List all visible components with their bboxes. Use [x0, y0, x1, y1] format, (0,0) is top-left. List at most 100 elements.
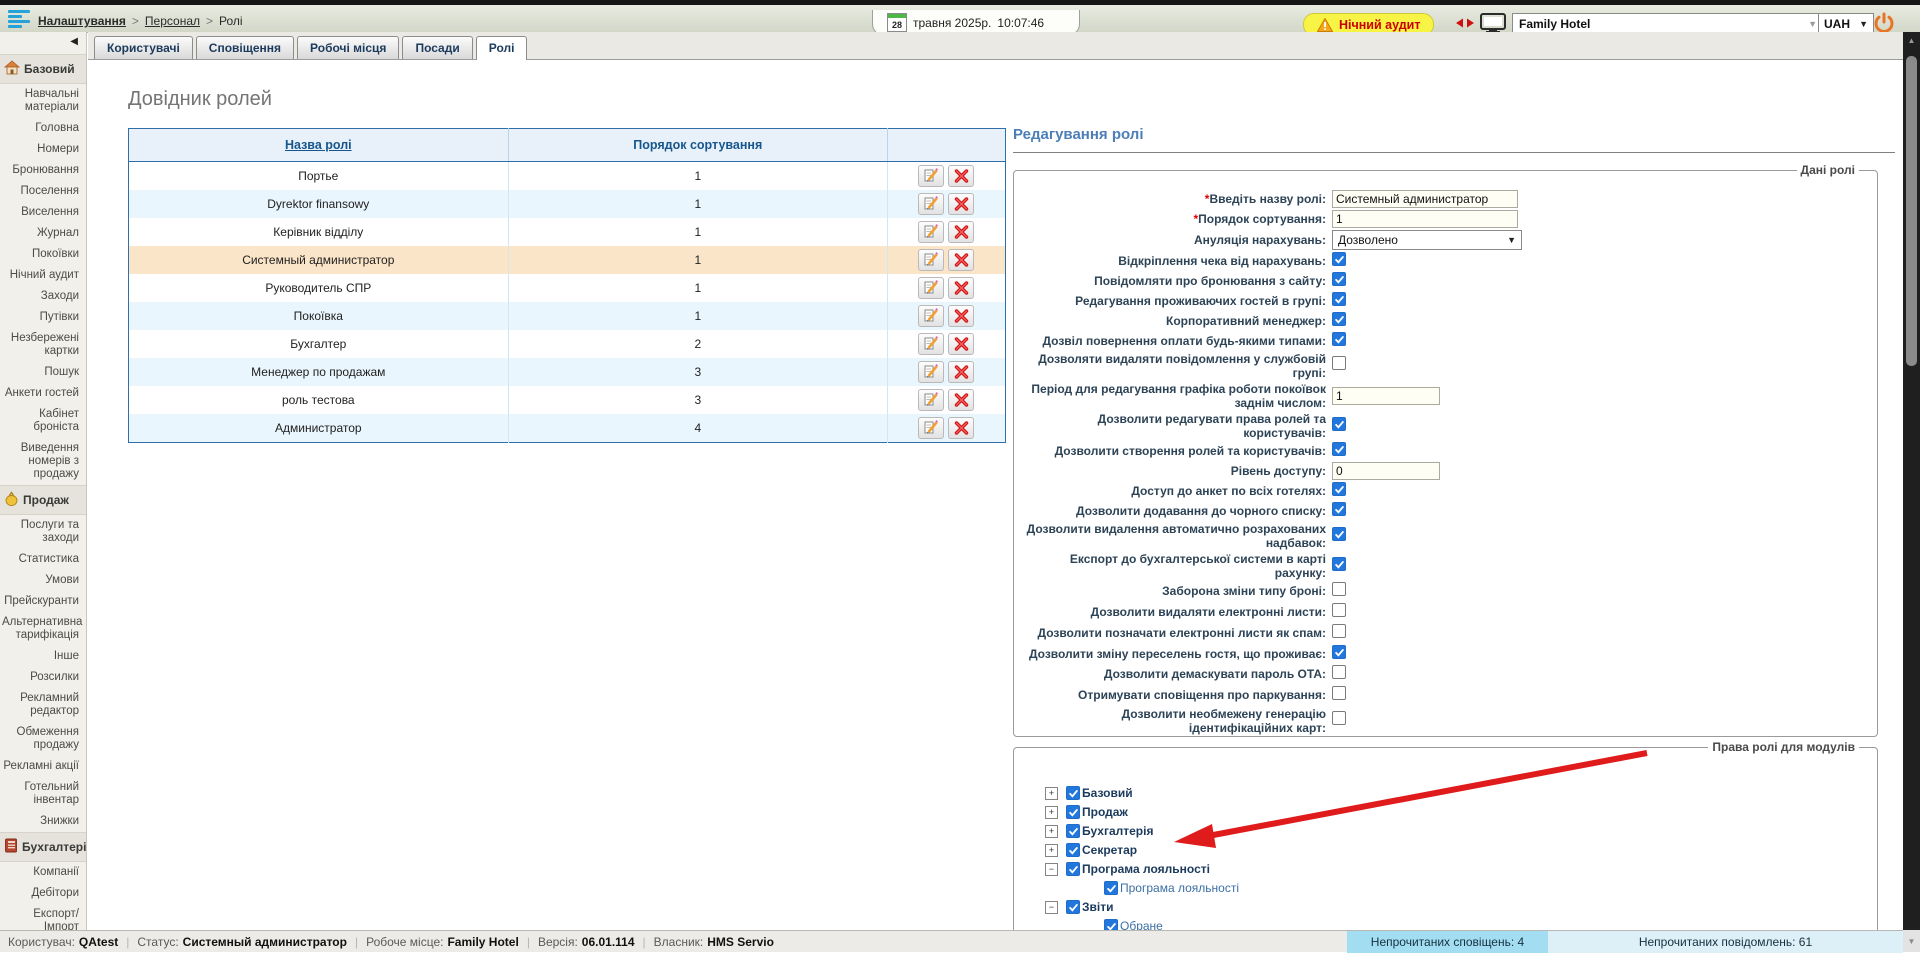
- checkbox[interactable]: [1332, 332, 1346, 346]
- collapse-node-icon[interactable]: −: [1045, 901, 1058, 914]
- select-input[interactable]: Дозволено▼: [1332, 230, 1522, 250]
- delete-role-button[interactable]: [948, 361, 974, 383]
- delete-role-button[interactable]: [948, 305, 974, 327]
- edit-role-button[interactable]: [918, 277, 944, 299]
- expand-node-icon[interactable]: +: [1045, 825, 1058, 838]
- breadcrumb-item-1[interactable]: Налаштування: [38, 14, 126, 28]
- delete-role-button[interactable]: [948, 249, 974, 271]
- text-input[interactable]: [1332, 210, 1518, 228]
- edit-role-button[interactable]: [918, 193, 944, 215]
- checkbox[interactable]: [1066, 843, 1080, 857]
- sidebar-item[interactable]: Рекламні акції: [0, 756, 86, 777]
- checkbox[interactable]: [1332, 502, 1346, 516]
- delete-role-button[interactable]: [948, 193, 974, 215]
- sidebar-item[interactable]: Кабінет броніста: [0, 404, 86, 438]
- sync-arrows-icon[interactable]: [1456, 18, 1474, 28]
- text-input[interactable]: [1332, 462, 1440, 480]
- text-input[interactable]: [1332, 387, 1440, 405]
- delete-role-button[interactable]: [948, 165, 974, 187]
- edit-role-button[interactable]: [918, 221, 944, 243]
- sidebar-item[interactable]: Статистика: [0, 549, 86, 570]
- expand-node-icon[interactable]: +: [1045, 806, 1058, 819]
- hotel-select[interactable]: Family Hotel ▼: [1512, 13, 1824, 34]
- edit-role-button[interactable]: [918, 417, 944, 439]
- sidebar-item[interactable]: Нічний аудит: [0, 265, 86, 286]
- collapse-node-icon[interactable]: −: [1045, 863, 1058, 876]
- sidebar-item[interactable]: Номери: [0, 139, 86, 160]
- sidebar-item[interactable]: Покоївки: [0, 244, 86, 265]
- delete-role-button[interactable]: [948, 389, 974, 411]
- checkbox[interactable]: [1332, 482, 1346, 496]
- sidebar-item[interactable]: Інше: [0, 646, 86, 667]
- sidebar-item[interactable]: Анкети гостей: [0, 383, 86, 404]
- edit-role-button[interactable]: [918, 165, 944, 187]
- sidebar-section-3[interactable]: Бухгалтерія: [0, 832, 86, 862]
- checkbox[interactable]: [1332, 711, 1346, 725]
- sidebar-item[interactable]: Експорт/Імпорт рахунків: [0, 904, 86, 930]
- edit-role-button[interactable]: [918, 305, 944, 327]
- sidebar-item[interactable]: Дебітори: [0, 883, 86, 904]
- sidebar-item[interactable]: Альтернативна тарифікація: [0, 612, 86, 646]
- sidebar-item[interactable]: Виведення номерів з продажу: [0, 438, 86, 485]
- checkbox[interactable]: [1104, 881, 1118, 895]
- checkbox[interactable]: [1066, 824, 1080, 838]
- sidebar-item[interactable]: Розсилки: [0, 667, 86, 688]
- unread-messages-badge[interactable]: Непрочитаних повідомлень: 61: [1548, 931, 1903, 953]
- table-row[interactable]: Керівник відділу1: [129, 218, 1006, 246]
- sidebar-item[interactable]: Заходи: [0, 286, 86, 307]
- sidebar-item[interactable]: Прейскуранти: [0, 591, 86, 612]
- sidebar-item[interactable]: Умови: [0, 570, 86, 591]
- tab-1[interactable]: Користувачі: [94, 36, 193, 59]
- checkbox[interactable]: [1332, 312, 1346, 326]
- edit-role-button[interactable]: [918, 361, 944, 383]
- delete-role-button[interactable]: [948, 417, 974, 439]
- expand-node-icon[interactable]: +: [1045, 844, 1058, 857]
- checkbox[interactable]: [1066, 786, 1080, 800]
- checkbox[interactable]: [1066, 900, 1080, 914]
- checkbox[interactable]: [1332, 557, 1346, 571]
- sidebar-item[interactable]: Пошук: [0, 362, 86, 383]
- table-row[interactable]: Администратор4: [129, 414, 1006, 443]
- checkbox[interactable]: [1104, 919, 1118, 930]
- checkbox[interactable]: [1332, 442, 1346, 456]
- edit-role-button[interactable]: [918, 249, 944, 271]
- expand-node-icon[interactable]: +: [1045, 787, 1058, 800]
- sidebar-item[interactable]: Готельний інвентар: [0, 777, 86, 811]
- unread-notifications-badge[interactable]: Непрочитаних сповіщень: 4: [1347, 931, 1548, 953]
- checkbox[interactable]: [1332, 527, 1346, 541]
- checkbox[interactable]: [1332, 417, 1346, 431]
- sidebar-item[interactable]: Незбережені картки: [0, 328, 86, 362]
- tab-5[interactable]: Ролі: [476, 36, 528, 60]
- checkbox[interactable]: [1066, 862, 1080, 876]
- edit-role-button[interactable]: [918, 333, 944, 355]
- checkbox[interactable]: [1332, 645, 1346, 659]
- scrollbar-thumb[interactable]: [1906, 56, 1917, 366]
- table-row[interactable]: Портье1: [129, 162, 1006, 191]
- sort-by-name-link[interactable]: Назва ролі: [285, 138, 352, 152]
- checkbox[interactable]: [1332, 665, 1346, 679]
- table-row[interactable]: Руководитель СПР1: [129, 274, 1006, 302]
- breadcrumb-item-2[interactable]: Персонал: [145, 14, 200, 28]
- checkbox[interactable]: [1332, 292, 1346, 306]
- sidebar-section-2[interactable]: Продаж: [0, 485, 86, 515]
- sidebar-item[interactable]: Виселення: [0, 202, 86, 223]
- sidebar-item[interactable]: Компанії: [0, 862, 86, 883]
- sidebar-item[interactable]: Рекламний редактор: [0, 688, 86, 722]
- checkbox[interactable]: [1332, 252, 1346, 266]
- tab-2[interactable]: Сповіщення: [196, 36, 294, 59]
- sidebar-item[interactable]: Путівки: [0, 307, 86, 328]
- table-row[interactable]: роль тестова3: [129, 386, 1006, 414]
- checkbox[interactable]: [1066, 805, 1080, 819]
- table-row[interactable]: Dyrektor finansowy1: [129, 190, 1006, 218]
- sidebar-item[interactable]: Послуги та заходи: [0, 515, 86, 549]
- tab-4[interactable]: Посади: [402, 36, 472, 59]
- sidebar-item[interactable]: Журнал: [0, 223, 86, 244]
- currency-select[interactable]: UAH ▼: [1818, 13, 1874, 34]
- delete-role-button[interactable]: [948, 277, 974, 299]
- checkbox[interactable]: [1332, 356, 1346, 370]
- sidebar-item[interactable]: Обмеження продажу: [0, 722, 86, 756]
- sidebar-item[interactable]: Бронювання: [0, 160, 86, 181]
- delete-role-button[interactable]: [948, 333, 974, 355]
- sidebar-item[interactable]: Навчальні матеріали: [0, 84, 86, 118]
- monitor-icon[interactable]: [1480, 13, 1506, 33]
